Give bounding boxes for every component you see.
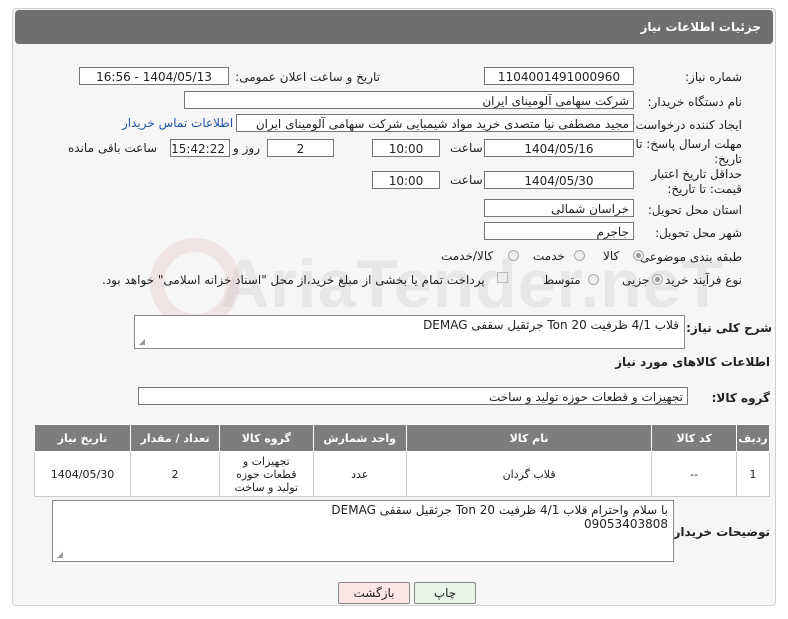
validity-time-field[interactable]: 10:00 <box>372 171 440 189</box>
need-number-field[interactable]: 1104001491000960 <box>484 67 634 85</box>
deadline-time-field[interactable]: 10:00 <box>372 139 440 157</box>
buyer-notes-line2: 09053403808 <box>584 517 668 531</box>
announce-field[interactable]: 1404/05/13 - 16:56 <box>79 67 229 85</box>
cell-item-code: -- <box>651 451 738 497</box>
category-radio-goods[interactable] <box>633 250 644 261</box>
col-unit: واحد شمارش <box>312 424 407 452</box>
days-word: روز و <box>233 141 260 155</box>
validity-label: حداقل تاریخ اعتبار قیمت: تا تاریخ: <box>651 167 742 196</box>
province-field[interactable]: خراسان شمالی <box>484 199 634 217</box>
table-header-row: ردیف کد کالا نام کالا واحد شمارش گروه کا… <box>34 424 770 452</box>
purchase-option-minor: جزیی <box>622 273 650 287</box>
deadline-date-field[interactable]: 1404/05/16 <box>484 139 634 157</box>
cell-group: تجهیزات و قطعات حوزه تولید و ساخت <box>219 451 314 497</box>
summary-text: قلاب 4/1 ظرفیت 20 Ton جرثقیل سقفی DEMAG <box>423 318 679 332</box>
col-item-name: نام کالا <box>405 424 653 452</box>
resize-grip-icon[interactable]: ◢ <box>137 338 145 346</box>
buyer-org-label: نام دستگاه خریدار: <box>647 95 743 109</box>
cell-unit: عدد <box>312 451 407 497</box>
city-label: شهر محل تحویل: <box>655 226 742 240</box>
announce-label: تاریخ و ساعت اعلان عمومی: <box>235 70 380 84</box>
category-label: طبقه بندی موضوعی: <box>635 250 742 264</box>
purchase-radio-medium[interactable] <box>588 274 599 285</box>
cell-row-num: 1 <box>736 451 770 497</box>
remaining-word: ساعت باقی مانده <box>68 141 158 155</box>
deadline-label: مهلت ارسال پاسخ: تا تاریخ: <box>635 137 742 166</box>
deadline-time-label: ساعت <box>450 141 483 155</box>
panel-header: جزئیات اطلاعات نیاز <box>15 10 773 44</box>
purchase-radio-minor[interactable] <box>652 274 663 285</box>
treasury-checkbox[interactable] <box>497 272 508 283</box>
buyer-notes-textarea[interactable]: با سلام واحترام قلاب 4/1 ظرفیت 20 Ton جر… <box>52 500 674 562</box>
remaining-time-field[interactable]: 15:42:22 <box>170 139 230 157</box>
buyer-notes-label: توضیحات خریدار: <box>668 525 770 539</box>
col-quantity: تعداد / مقدار <box>129 424 221 452</box>
col-group: گروه کالا <box>219 424 314 452</box>
purchase-note: پرداخت تمام یا بخشی از مبلغ خرید،از محل … <box>102 273 485 287</box>
validity-time-label: ساعت <box>450 173 483 187</box>
city-field[interactable]: جاجرم <box>484 222 634 240</box>
cell-need-date: 1404/05/30 <box>34 451 131 497</box>
purchase-option-medium: متوسط <box>543 273 581 287</box>
buyer-notes-line1: با سلام واحترام قلاب 4/1 ظرفیت 20 Ton جر… <box>331 503 668 517</box>
goods-group-field[interactable]: تجهیزات و قطعات حوزه تولید و ساخت <box>138 387 688 405</box>
goods-section-title: اطلاعات کالاهای مورد نیاز <box>615 355 770 369</box>
category-option-service: خدمت <box>533 249 565 263</box>
creator-field[interactable]: مجید مصطفی نیا متصدی خرید مواد شیمیایی ش… <box>236 114 634 132</box>
table-row: 1 -- قلاب گردان عدد تجهیزات و قطعات حوزه… <box>34 451 770 497</box>
need-number-label: شماره نیاز: <box>685 70 742 84</box>
col-need-date: تاریخ نیاز <box>34 424 131 452</box>
print-button[interactable]: چاپ <box>414 582 476 604</box>
col-item-code: کد کالا <box>651 424 738 452</box>
category-radio-service[interactable] <box>574 250 585 261</box>
cell-quantity: 2 <box>129 451 221 497</box>
col-row-num: ردیف <box>736 424 770 452</box>
resize-grip-icon[interactable]: ◢ <box>55 551 63 559</box>
category-radio-both[interactable] <box>508 250 519 261</box>
category-option-both: کالا/خدمت <box>441 249 494 263</box>
summary-label: شرح کلی نیاز: <box>686 321 772 335</box>
page-title: جزئیات اطلاعات نیاز <box>640 20 761 34</box>
creator-label: ایجاد کننده درخواست: <box>631 118 742 132</box>
days-count-field[interactable]: 2 <box>267 139 334 157</box>
province-label: استان محل تحویل: <box>647 203 742 217</box>
items-table: ردیف کد کالا نام کالا واحد شمارش گروه کا… <box>34 424 770 497</box>
category-option-goods: کالا <box>603 249 620 263</box>
need-details-page: جزئیات اطلاعات نیاز AriaTender.neT شماره… <box>0 0 788 619</box>
purchase-type-label: نوع فرآیند خرید : <box>657 273 742 287</box>
cell-item-name: قلاب گردان <box>405 451 653 497</box>
summary-textarea[interactable]: قلاب 4/1 ظرفیت 20 Ton جرثقیل سقفی DEMAG … <box>134 315 685 349</box>
buyer-org-field[interactable]: شرکت سهامی آلومینای ایران <box>184 91 634 109</box>
goods-group-label: گروه کالا: <box>711 391 770 405</box>
validity-date-field[interactable]: 1404/05/30 <box>484 171 634 189</box>
back-button[interactable]: بازگشت <box>338 582 410 604</box>
buyer-contact-link[interactable]: اطلاعات تماس خریدار <box>122 116 233 130</box>
